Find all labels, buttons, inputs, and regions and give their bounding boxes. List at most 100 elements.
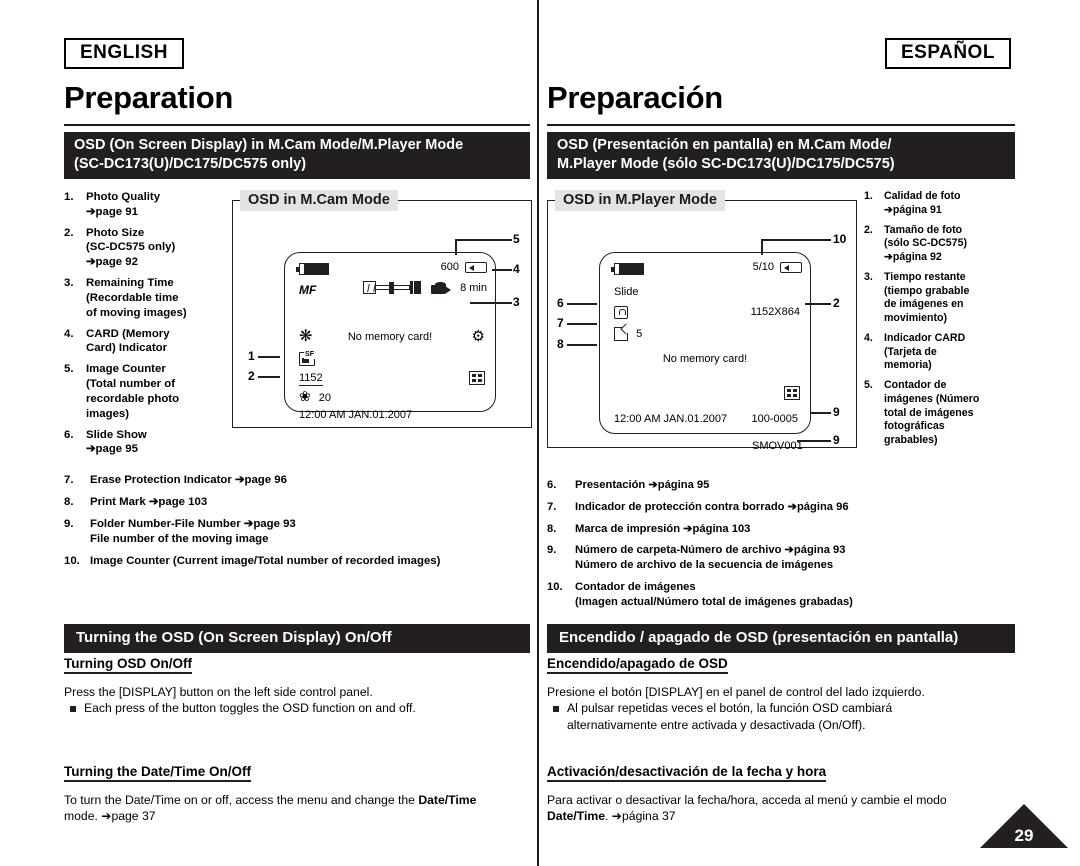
list-item-number: 10.: [547, 580, 563, 593]
list-item-text: Marca de impresión ➔página 103: [575, 522, 751, 535]
mcam-lcd-screen: MF 600 8 min ❋ ⚙ No memory card! 1152 ❀ …: [284, 252, 496, 421]
zoom-slider-icon: [363, 281, 421, 294]
list-item-text: Indicador CARD (Tarjeta de memoria): [884, 331, 966, 372]
list-item-number: 3.: [64, 277, 74, 290]
resolution-value: 1152X864: [750, 306, 800, 318]
list-item-text: Print Mark ➔page 103: [90, 496, 208, 509]
callout-4: 4: [513, 262, 520, 276]
english-sub2-line-c: mode. ➔page 37: [64, 809, 156, 824]
page-number-badge: 29: [980, 804, 1068, 848]
mcam-no-card-message: No memory card!: [347, 331, 433, 343]
list-item-number: 8.: [547, 522, 557, 535]
list-item: 4. Indicador CARD (Tarjeta de memoria): [864, 332, 1014, 373]
english-sub1-line: Press the [DISPLAY] button on the left s…: [64, 685, 373, 699]
spanish-sub1-line: Presione el botón [DISPLAY] en el panel …: [547, 685, 925, 699]
spanish-sub1-bullet-a: Al pulsar repetidas veces el botón, la f…: [567, 701, 893, 716]
mplayer-diagram-title: OSD in M.Player Mode: [555, 190, 725, 211]
spanish-sub2-line-a: Para activar o desactivar la fecha/hora,…: [547, 793, 947, 807]
callout-2-leader: [258, 376, 280, 378]
erase-protection-icon: [614, 306, 628, 319]
callout-9-movie-leader: [797, 440, 831, 442]
spanish-list-top: 1. Calidad de foto ➔página 91 2. Tamaño de f…: [864, 190, 1014, 454]
section2-banner-spanish: Encendido / apagado de OSD (presentación…: [547, 624, 1015, 653]
effect-icon: ⚙: [471, 328, 485, 345]
list-item: 5. Image Counter (Total number of recordabl…: [64, 362, 224, 421]
manual-focus-label: MF: [299, 283, 317, 297]
english-list-top: 1. Photo Quality ➔page 91 2. Photo Size (SC-D…: [64, 190, 224, 463]
wireless-icon: [784, 386, 800, 400]
english-sub2-line-a: To turn the Date/Time on or off, access …: [64, 793, 419, 807]
list-item: 8. Print Mark ➔page 103: [64, 495, 534, 510]
callout-2: 2: [833, 296, 840, 310]
list-item-number: 5.: [864, 379, 873, 392]
banner-line-1: OSD (Presentación en pantalla) en M.Cam …: [557, 137, 892, 153]
list-item-text: Photo Size (SC-DC575 only) ➔page 92: [86, 226, 176, 269]
list-item: 1. Photo Quality ➔page 91: [64, 190, 224, 220]
bullet-square-icon: [553, 706, 559, 713]
image-index-value: 5/10: [752, 261, 774, 273]
callout-10-leader: [761, 239, 831, 241]
spanish-sub2-line-b: Date/Time: [547, 809, 606, 824]
callout-3-leader: [470, 302, 512, 304]
callout-10: 10: [833, 232, 847, 246]
callout-2-leader: [805, 303, 831, 305]
list-item-text: Image Counter (Total number of recordable …: [86, 363, 180, 420]
list-item-text: Presentación ➔página 95: [575, 479, 710, 491]
mcam-datetime: 12:00 AM JAN.01.2007: [299, 409, 413, 421]
english-list-bottom: 7. Erase Protection Indicator ➔page 96 8. P…: [64, 473, 534, 576]
list-item-text: Remaining Time (Recordable time of moving …: [86, 277, 187, 319]
callout-5-leader: [455, 239, 512, 241]
spanish-sub1-bullet-wrap: Al pulsar repetidas veces el botón, la f…: [567, 700, 892, 733]
mplayer-datetime: 12:00 AM JAN.01.2007: [614, 413, 728, 425]
chapter-title-english: Preparation: [64, 80, 233, 115]
list-item: 10. Contador de imágenes (Imagen actual/Nú…: [547, 580, 1027, 610]
spanish-list-bottom: 6. Presentación ➔página 95 7. Indicador de …: [547, 478, 1027, 616]
callout-9-folder: 9: [833, 405, 840, 419]
spanish-sub1-bullet: Al pulsar repetidas veces el botón, la f…: [547, 700, 1025, 733]
language-badge-english: ENGLISH: [64, 38, 184, 69]
list-item-text: Número de carpeta-Número de archivo ➔pág…: [575, 544, 846, 572]
callout-2: 2: [248, 369, 255, 383]
english-sub2-title: Turning the Date/Time On/Off: [64, 764, 252, 782]
aperture-row: ❀ 20: [299, 388, 332, 404]
callout-6: 6: [557, 296, 564, 310]
english-sub1-bullet-text: Each press of the button toggles the OSD…: [84, 701, 416, 716]
callout-8-leader: [567, 344, 597, 346]
list-item-number: 8.: [64, 496, 74, 509]
list-item: 10. Image Counter (Current image/Total nu…: [64, 554, 534, 569]
mplayer-lcd-screen: Slide 5 5/10 1152X864 No memory card! 12…: [599, 252, 811, 434]
print-mark-row: 5: [614, 327, 642, 341]
folder-file-value: 100-0005: [751, 413, 799, 425]
mcam-diagram-title: OSD in M.Cam Mode: [240, 190, 398, 211]
manual-page: ENGLISH Preparation OSD (On Screen Displ…: [0, 0, 1080, 866]
banner-line-2: (SC-DC173(U)/DC175/DC575 only): [74, 156, 307, 173]
callout-6-leader: [567, 303, 597, 305]
banner-line-1: OSD (On Screen Display) in M.Cam Mode/M.…: [74, 137, 464, 153]
list-item-number: 7.: [64, 474, 74, 486]
list-item-number: 1.: [64, 191, 74, 203]
list-item-number: 3.: [864, 270, 873, 283]
callout-1-leader: [258, 356, 280, 358]
callout-7-leader: [567, 323, 597, 325]
list-item-text: Contador de imágenes (Número total de imág…: [884, 379, 980, 447]
list-item: 3. Remaining Time (Recordable time of movin…: [64, 276, 224, 320]
list-item: 2. Tamaño de foto (sólo SC-DC575) ➔página 9…: [864, 224, 1014, 265]
list-item: 6. Slide Show ➔page 95: [64, 428, 224, 458]
list-item: 9. Folder Number-File Number ➔page 93 File…: [64, 517, 534, 547]
list-item-text: Calidad de foto ➔página 91: [884, 190, 961, 216]
list-item-number: 4.: [864, 331, 873, 344]
title-rule-spanish: [547, 124, 1015, 126]
list-item-number: 5.: [64, 363, 74, 376]
spanish-sub2-body: Para activar o desactivar la fecha/hora,…: [547, 792, 1025, 825]
list-item-number: 9.: [547, 544, 557, 557]
list-item: 2. Photo Size (SC-DC575 only) ➔page 92: [64, 226, 224, 270]
list-item: 9. Número de carpeta-Número de archivo ➔p…: [547, 543, 1027, 573]
list-item: 7. Erase Protection Indicator ➔page 96: [64, 473, 534, 488]
card-battery-icon: [465, 261, 487, 273]
list-item-text: Photo Quality ➔page 91: [86, 191, 161, 218]
section-banner-spanish: OSD (Presentación en pantalla) en M.Cam …: [547, 132, 1015, 180]
list-item-number: 6.: [547, 479, 557, 491]
english-sub1-bullet: Each press of the button toggles the OSD…: [64, 700, 532, 716]
callout-10-leader-vertical: [761, 239, 763, 255]
slide-label: Slide: [614, 286, 639, 298]
